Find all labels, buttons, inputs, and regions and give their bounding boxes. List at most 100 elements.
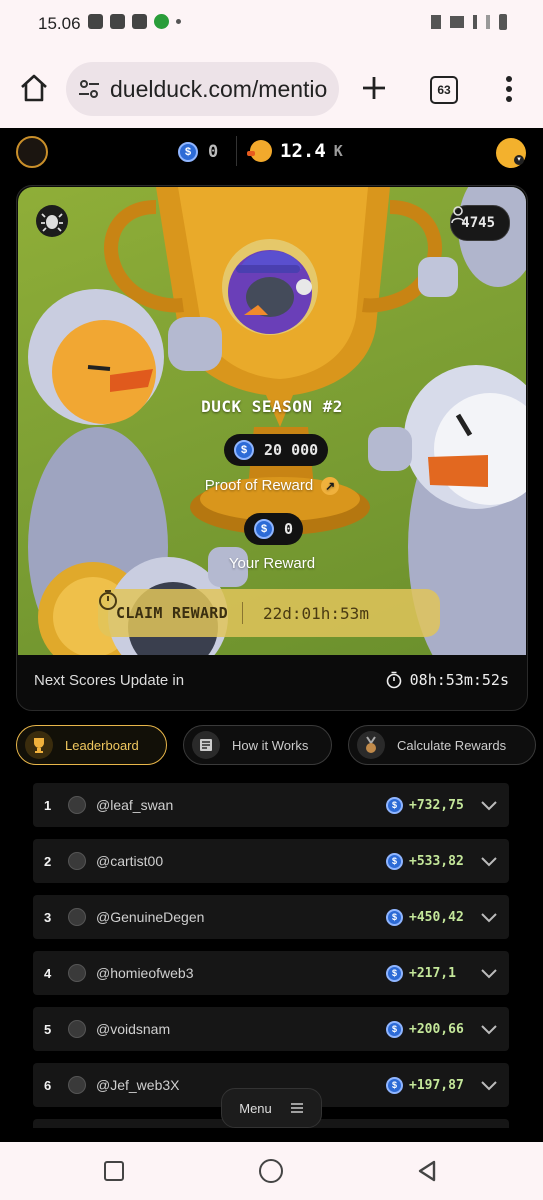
leaderboard-row[interactable]: 4 @homieofweb3 $ +217,1 [33, 951, 509, 995]
menu-label: Menu [239, 1100, 272, 1116]
stopwatch-icon [99, 590, 117, 610]
tab-how-it-works-label: How it Works [232, 737, 309, 753]
stopwatch-icon [386, 671, 401, 689]
your-reward-label: Your Reward [228, 555, 316, 572]
inbox-icon [132, 14, 147, 29]
gmail-icon [110, 14, 125, 29]
duck-token-icon [247, 140, 272, 162]
usdc-icon: $ [234, 440, 254, 460]
user-avatar-small [68, 1076, 86, 1094]
claim-divider [241, 602, 243, 624]
signal-2-icon [486, 15, 490, 29]
usdc-icon: $ [254, 519, 274, 539]
score: +197,87 [409, 1077, 464, 1093]
chevron-down-icon[interactable] [479, 851, 499, 871]
chevron-down-icon[interactable] [479, 1075, 499, 1095]
proof-of-reward-label: Proof of Reward [204, 477, 314, 494]
user-avatar-small [68, 908, 86, 926]
season-illustration [28, 187, 526, 655]
tab-leaderboard-label: Leaderboard [65, 737, 139, 753]
username: @voidsnam [96, 1021, 171, 1037]
notification-icons [88, 14, 181, 29]
prize-pool-pill: $ 20 000 [224, 434, 329, 466]
claim-reward-label: CLAIM REWARD [116, 604, 228, 622]
header-divider [236, 136, 237, 166]
score: +217,1 [409, 965, 456, 981]
chevron-down-icon[interactable] [479, 795, 499, 815]
your-reward-value: 0 [284, 520, 294, 538]
back-icon[interactable] [416, 1159, 438, 1183]
leaderboard-row[interactable]: 2 @cartist00 $ +533,82 [33, 839, 509, 883]
user-avatar-small [68, 964, 86, 982]
proof-of-reward-link[interactable]: Proof of Reward ↗ [18, 477, 526, 496]
rank: 2 [44, 853, 52, 869]
next-update-timer: 08h:53m:52s [409, 671, 509, 689]
prize-pool-value: 20 000 [264, 441, 319, 459]
battery-icon [499, 14, 507, 30]
usdc-icon: $ [386, 796, 403, 814]
tab-leaderboard[interactable]: Leaderboard [16, 725, 167, 765]
rank: 4 [44, 965, 52, 981]
duck-balance-unit: K [333, 142, 343, 160]
username: @homieofweb3 [96, 965, 194, 981]
menu-button[interactable]: Menu [221, 1088, 322, 1128]
new-tab-icon[interactable] [360, 74, 388, 102]
username: @leaf_swan [96, 797, 174, 813]
tab-calculate-rewards-label: Calculate Rewards [397, 737, 507, 753]
duelduck-logo[interactable] [16, 136, 48, 168]
players-count-badge: 4745 [450, 205, 510, 241]
tab-calculate-rewards[interactable]: Calculate Rewards [348, 725, 536, 765]
claim-countdown: 22d:01h:53m [262, 603, 369, 623]
status-bar: 15.06 [0, 0, 543, 50]
status-time: 15.06 [38, 14, 81, 33]
duck-balance: 12.4 K [247, 140, 343, 162]
claim-reward-button[interactable]: CLAIM REWARD 22d:01h:53m [98, 589, 440, 637]
tab-switcher-button[interactable]: 63 [430, 76, 458, 104]
rank: 5 [44, 1021, 52, 1037]
recents-icon[interactable] [104, 1161, 124, 1181]
usdc-icon: $ [386, 908, 403, 926]
address-bar[interactable]: duelduck.com/mentio [66, 62, 339, 116]
medal-icon [357, 731, 385, 759]
username: @cartist00 [96, 853, 164, 869]
duck-balance-value: 12.4 [280, 140, 326, 162]
user-avatar-small [68, 1020, 86, 1038]
user-avatar-small [68, 852, 86, 870]
leaderboard-row[interactable]: 1 @leaf_swan $ +732,75 [33, 783, 509, 827]
chevron-down-icon[interactable] [479, 1019, 499, 1039]
players-count: 4745 [461, 215, 495, 231]
chat-icon [88, 14, 103, 29]
system-icons [431, 14, 507, 30]
trophy-icon [25, 731, 53, 759]
leaderboard-row[interactable]: 5 @voidsnam $ +200,66 [33, 1007, 509, 1051]
score: +533,82 [409, 853, 464, 869]
tab-how-it-works[interactable]: How it Works [183, 725, 332, 765]
app-header: $ 0 12.4 K ▾ [0, 128, 543, 180]
score: +732,75 [409, 797, 464, 813]
bug-report-button[interactable] [36, 205, 68, 237]
system-nav-bar [0, 1142, 543, 1200]
home-icon[interactable] [18, 72, 50, 104]
bug-icon [41, 213, 63, 232]
browser-toolbar: duelduck.com/mentio 63 [0, 50, 543, 128]
site-settings-icon[interactable] [78, 78, 100, 100]
signal-icon [473, 15, 477, 29]
next-update-countdown: 08h:53m:52s [386, 671, 509, 689]
home-nav-icon[interactable] [259, 1159, 283, 1183]
usdc-icon: $ [386, 852, 403, 870]
chevron-down-icon[interactable] [479, 907, 499, 927]
score: +450,42 [409, 909, 464, 925]
chevron-down-icon[interactable] [479, 963, 499, 983]
more-options-icon[interactable] [505, 75, 513, 103]
username: @GenuineDegen [96, 909, 205, 925]
your-reward-pill: $ 0 [244, 513, 304, 545]
usdc-icon: $ [386, 1076, 403, 1094]
user-icon [451, 206, 466, 224]
external-link-icon: ↗ [321, 477, 340, 496]
usdc-icon: $ [386, 1020, 403, 1038]
more-notifications-icon [176, 19, 181, 24]
app-notification-icon [154, 14, 169, 29]
usdc-balance: $ 0 [178, 142, 218, 162]
leaderboard-row[interactable]: 3 @GenuineDegen $ +450,42 [33, 895, 509, 939]
rank: 6 [44, 1077, 52, 1093]
